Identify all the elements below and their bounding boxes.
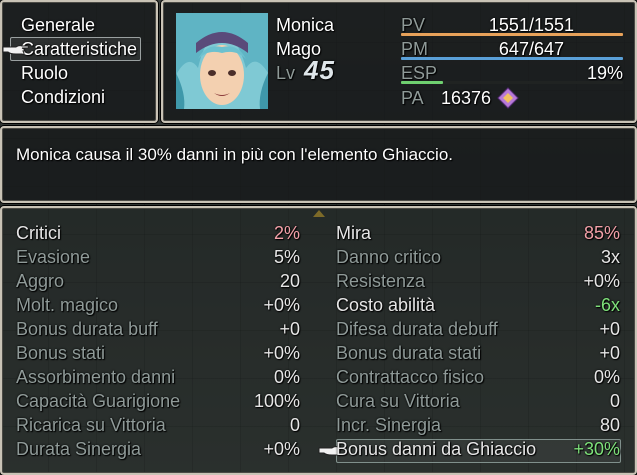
stat-label-bonus-durata-buff[interactable]: Bonus durata buff xyxy=(16,317,158,341)
stat-value-capacit-guarigione: 100% xyxy=(253,391,300,411)
stat-label-assorbimento-danni[interactable]: Assorbimento danni xyxy=(16,365,175,389)
stat-value-incr-sinergia: 80 xyxy=(599,415,620,435)
pointing-hand-icon xyxy=(2,45,29,55)
stat-label-cura-su-vittoria[interactable]: Cura su Vittoria xyxy=(336,389,460,413)
stat-label-danno-critico[interactable]: Danno critico xyxy=(336,245,441,269)
stat-label-resistenza[interactable]: Resistenza xyxy=(336,269,425,293)
stat-value-aggro: 20 xyxy=(279,271,300,291)
stat-value-mira: 85% xyxy=(583,223,620,243)
stat-label-costo-abilit[interactable]: Costo abilità xyxy=(336,293,435,317)
menu-item-caratteristiche[interactable]: Caratteristiche xyxy=(21,37,137,61)
stat-label-bonus-stati[interactable]: Bonus stati xyxy=(16,341,105,365)
stat-label-ricarica-su-vittoria[interactable]: Ricarica su Vittoria xyxy=(16,413,166,437)
actor-name: Monica xyxy=(276,15,335,35)
stat-value-costo-abilit: -6x xyxy=(594,295,620,315)
stat-label-mira[interactable]: Mira xyxy=(336,221,371,245)
stat-value-critici: 2% xyxy=(273,223,300,243)
stat-value-ricarica-su-vittoria: 0 xyxy=(289,415,300,435)
stat-label-durata-sinergia[interactable]: Durata Sinergia xyxy=(16,437,141,461)
stat-value-danno-critico: 3x xyxy=(600,247,620,267)
ap-gem-icon xyxy=(497,87,519,109)
stat-value-difesa-durata-debuff: +0 xyxy=(599,319,620,339)
stat-label-critici[interactable]: Critici xyxy=(16,221,61,245)
stat-value-molt-magico: +0% xyxy=(263,295,300,315)
menu-item-condizioni[interactable]: Condizioni xyxy=(21,85,105,109)
stat-value-evasione: 5% xyxy=(273,247,300,267)
stat-value-bonus-danni-da-ghiaccio: +30% xyxy=(573,439,620,459)
help-text: Monica causa il 30% danni in più con l'e… xyxy=(16,145,453,164)
stat-value-contrattacco-fisico: 0% xyxy=(593,367,620,387)
level-label: Lv xyxy=(276,63,296,83)
stat-value-resistenza: +0% xyxy=(583,271,620,291)
stat-value-durata-sinergia: +0% xyxy=(263,439,300,459)
stat-value-assorbimento-danni: 0% xyxy=(273,367,300,387)
portrait-image xyxy=(176,13,268,109)
stat-label-aggro[interactable]: Aggro xyxy=(16,269,64,293)
stat-label-bonus-durata-stati[interactable]: Bonus durata stati xyxy=(336,341,481,365)
stat-value-cura-su-vittoria: 0 xyxy=(609,391,620,411)
level-value: 45 xyxy=(304,55,335,85)
stat-label-difesa-durata-debuff[interactable]: Difesa durata debuff xyxy=(336,317,498,341)
mp-gauge xyxy=(401,57,623,60)
exp-gauge xyxy=(401,81,443,84)
menu-item-ruolo[interactable]: Ruolo xyxy=(21,61,68,85)
stat-label-capacit-guarigione[interactable]: Capacità Guarigione xyxy=(16,389,180,413)
stat-label-evasione[interactable]: Evasione xyxy=(16,245,90,269)
hp-gauge xyxy=(401,33,623,36)
stat-label-contrattacco-fisico[interactable]: Contrattacco fisico xyxy=(336,365,484,389)
ap-value: 16376 xyxy=(441,88,492,108)
stat-label-incr-sinergia[interactable]: Incr. Sinergia xyxy=(336,413,441,437)
stat-value-bonus-durata-stati: +0 xyxy=(599,343,620,363)
stat-value-bonus-durata-buff: +0 xyxy=(279,319,300,339)
actor-portrait xyxy=(176,13,268,109)
ap-label: PA xyxy=(401,88,424,108)
stat-value-bonus-stati: +0% xyxy=(263,343,300,363)
menu-item-generale[interactable]: Generale xyxy=(21,13,95,37)
stat-label-molt-magico[interactable]: Molt. magico xyxy=(16,293,118,317)
